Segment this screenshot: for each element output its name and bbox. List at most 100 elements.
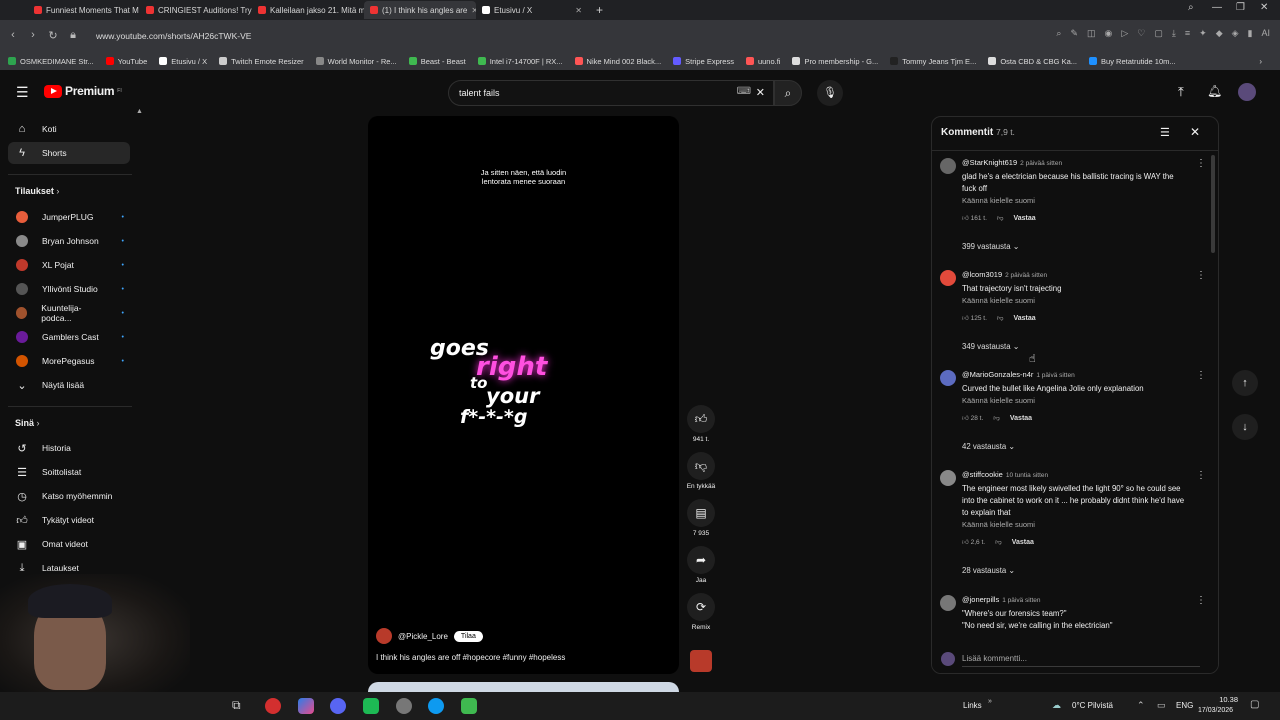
sidebar-item-history[interactable]: ↺ Historia	[8, 437, 130, 459]
browser-tab-active[interactable]: (1) I think his angles are ✕	[364, 1, 476, 19]
more-options-icon[interactable]: ⋮	[1196, 595, 1206, 606]
cube-icon[interactable]: ◫	[1087, 28, 1096, 39]
translate-link[interactable]: Käännä kielelle suomi	[962, 520, 1035, 529]
close-icon[interactable]: ✕	[1190, 125, 1200, 139]
scroll-up-icon[interactable]: ▲	[136, 108, 143, 115]
tray-chevron-icon[interactable]: ⌃	[1137, 700, 1145, 711]
show-more-button[interactable]: ⌄ Näytä lisää	[8, 374, 130, 396]
clock-date[interactable]: 17/03/2026	[1198, 707, 1233, 714]
sidebar-item-subscription[interactable]: Kuuntelija-podca... •	[8, 302, 130, 324]
dislike-action[interactable]: 👎︎ En tykkää	[684, 452, 718, 490]
edge-icon[interactable]	[428, 698, 444, 714]
reply-button[interactable]: Vastaa	[1013, 315, 1035, 322]
you-heading[interactable]: Sinä ›	[15, 418, 40, 428]
settings-icon[interactable]	[396, 698, 412, 714]
bookmark-item[interactable]: Nike Mind 002 Black...	[574, 57, 661, 66]
discord-icon[interactable]	[330, 698, 346, 714]
upload-icon[interactable]: ⤒	[1178, 84, 1184, 100]
sidebar-item-subscription[interactable]: MorePegasus •	[8, 350, 130, 372]
next-short-button[interactable]: ↓	[1232, 414, 1258, 440]
sidebar-item-subscription[interactable]: Yllivönti Studio •	[8, 278, 130, 300]
translate-link[interactable]: Käännä kielelle suomi	[962, 196, 1035, 205]
edit-icon[interactable]: ✎	[1070, 28, 1078, 39]
next-video-preview[interactable]	[368, 682, 679, 692]
browser-tab[interactable]: CRINGIEST Auditions! Try✕	[140, 1, 252, 19]
url-field[interactable]: www.youtube.com/shorts/AH26cTWK-VE	[82, 27, 982, 45]
comment-author[interactable]: @StarKnight619	[962, 158, 1017, 167]
network-icon[interactable]: ▭	[1157, 700, 1166, 711]
more-options-icon[interactable]: ⋮	[1196, 370, 1206, 381]
opera-icon[interactable]	[265, 698, 281, 714]
new-tab-button[interactable]: +	[596, 3, 603, 17]
youtube-logo[interactable]: Premium FI	[44, 84, 122, 98]
camera-icon[interactable]: ⌕	[1056, 28, 1061, 39]
channel-avatar[interactable]	[376, 628, 392, 644]
keyboard-icon[interactable]: ⌨	[737, 86, 751, 97]
comment-like-button[interactable]: 👍︎ 125 t.	[962, 314, 987, 322]
bookmark-item[interactable]: Twitch Emote Resizer	[219, 57, 304, 66]
more-options-icon[interactable]: ⋮	[1196, 470, 1206, 481]
bookmark-item[interactable]: OSMKEDIMANE Str...	[8, 57, 94, 66]
bookmark-item[interactable]: Intel i7-14700F | RX...	[477, 57, 563, 66]
view-replies-button[interactable]: 28 vastausta ⌄	[962, 566, 1015, 575]
play-icon[interactable]: ▷	[1121, 28, 1128, 39]
thumbs-down-icon[interactable]: 👎︎	[995, 538, 1002, 546]
translate-link[interactable]: Käännä kielelle suomi	[962, 396, 1035, 405]
more-options-icon[interactable]: ⋮	[1196, 270, 1206, 281]
bookmark-item[interactable]: Buy Retatrutide 10m...	[1089, 57, 1176, 66]
bookmark-item[interactable]: World Monitor - Re...	[315, 57, 397, 66]
sound-thumbnail[interactable]	[690, 650, 712, 672]
comment-avatar[interactable]	[940, 158, 956, 174]
subscriptions-heading[interactable]: Tilaukset ›	[15, 186, 59, 196]
sidebar-item-subscription[interactable]: JumperPLUG •	[8, 206, 130, 228]
reply-button[interactable]: Vastaa	[1010, 415, 1032, 422]
minimize-icon[interactable]: —	[1212, 2, 1222, 13]
comment-like-button[interactable]: 👍︎ 2,6 t.	[962, 538, 985, 546]
download-icon[interactable]: ⤓	[1172, 28, 1176, 39]
subscribe-button[interactable]: Tilaa	[453, 630, 483, 642]
ai-icon[interactable]: ◆	[1216, 28, 1223, 39]
extension-icon[interactable]: ✦	[1199, 28, 1207, 39]
sidebar-item-subscription[interactable]: XL Pojat •	[8, 254, 130, 276]
view-replies-button[interactable]: 349 vastausta ⌄	[962, 342, 1019, 351]
sidebar-item-subscription[interactable]: Gamblers Cast •	[8, 326, 130, 348]
remix-action[interactable]: ⟳ Remix	[684, 593, 718, 631]
clock-time[interactable]: 10.38	[1208, 695, 1238, 704]
comment-avatar[interactable]	[940, 470, 956, 486]
bookmark-item[interactable]: YouTube	[105, 57, 147, 66]
browser-tab[interactable]: Funniest Moments That M✕	[28, 1, 140, 19]
terminal-icon[interactable]	[461, 698, 477, 714]
lock-icon[interactable]: 🔒︎	[62, 29, 84, 42]
hamburger-menu-icon[interactable]: ☰	[16, 84, 29, 101]
more-options-icon[interactable]: ⋮	[1196, 158, 1206, 169]
short-video-player[interactable]: Ja sitten näen, että luodin lentorata me…	[368, 116, 679, 674]
previous-short-button[interactable]: ↑	[1232, 370, 1258, 396]
comment-avatar[interactable]	[940, 270, 956, 286]
bookmark-item[interactable]: Osta CBD & CBG Ka...	[988, 57, 1077, 66]
search-button[interactable]: ⌕	[774, 80, 802, 106]
user-avatar[interactable]	[1238, 83, 1256, 101]
browser-tab[interactable]: Etusivu / X ✕	[476, 1, 588, 19]
maximize-icon[interactable]: ❐	[1236, 2, 1245, 13]
sidebar-item-shorts[interactable]: ϟ Shorts	[8, 142, 130, 164]
comment-author[interactable]: @MarioGonzales-n4r	[962, 370, 1033, 379]
box-icon[interactable]: ▢	[1154, 28, 1163, 39]
links-toolbar[interactable]: Links	[963, 701, 982, 710]
share-action[interactable]: ➦ Jaa	[684, 546, 718, 584]
search-input[interactable]: talent fails ⌨ ✕	[448, 80, 774, 106]
sidebar-item-subscription[interactable]: Bryan Johnson •	[8, 230, 130, 252]
bookmark-item[interactable]: Stripe Express	[673, 57, 734, 66]
profile-icon[interactable]: ▮	[1248, 28, 1253, 39]
comment-like-button[interactable]: 👍︎ 161 t.	[962, 214, 987, 222]
thumbs-down-icon[interactable]: 👎︎	[993, 414, 1000, 422]
bookmark-item[interactable]: Tommy Jeans Tjm E...	[890, 57, 976, 66]
thumbs-down-icon[interactable]: 👎︎	[997, 214, 1004, 222]
reply-button[interactable]: Vastaa	[1013, 215, 1035, 222]
copilot-icon[interactable]	[298, 698, 314, 714]
forward-icon[interactable]: ›	[22, 29, 44, 41]
cube-icon[interactable]: ◈	[1232, 28, 1239, 39]
comment-like-button[interactable]: 👍︎ 28 t.	[962, 414, 983, 422]
ai-text-icon[interactable]: AI	[1261, 28, 1270, 39]
comment-avatar[interactable]	[940, 595, 956, 611]
sidebar-item-watch-later[interactable]: ◷ Katso myöhemmin	[8, 485, 130, 507]
